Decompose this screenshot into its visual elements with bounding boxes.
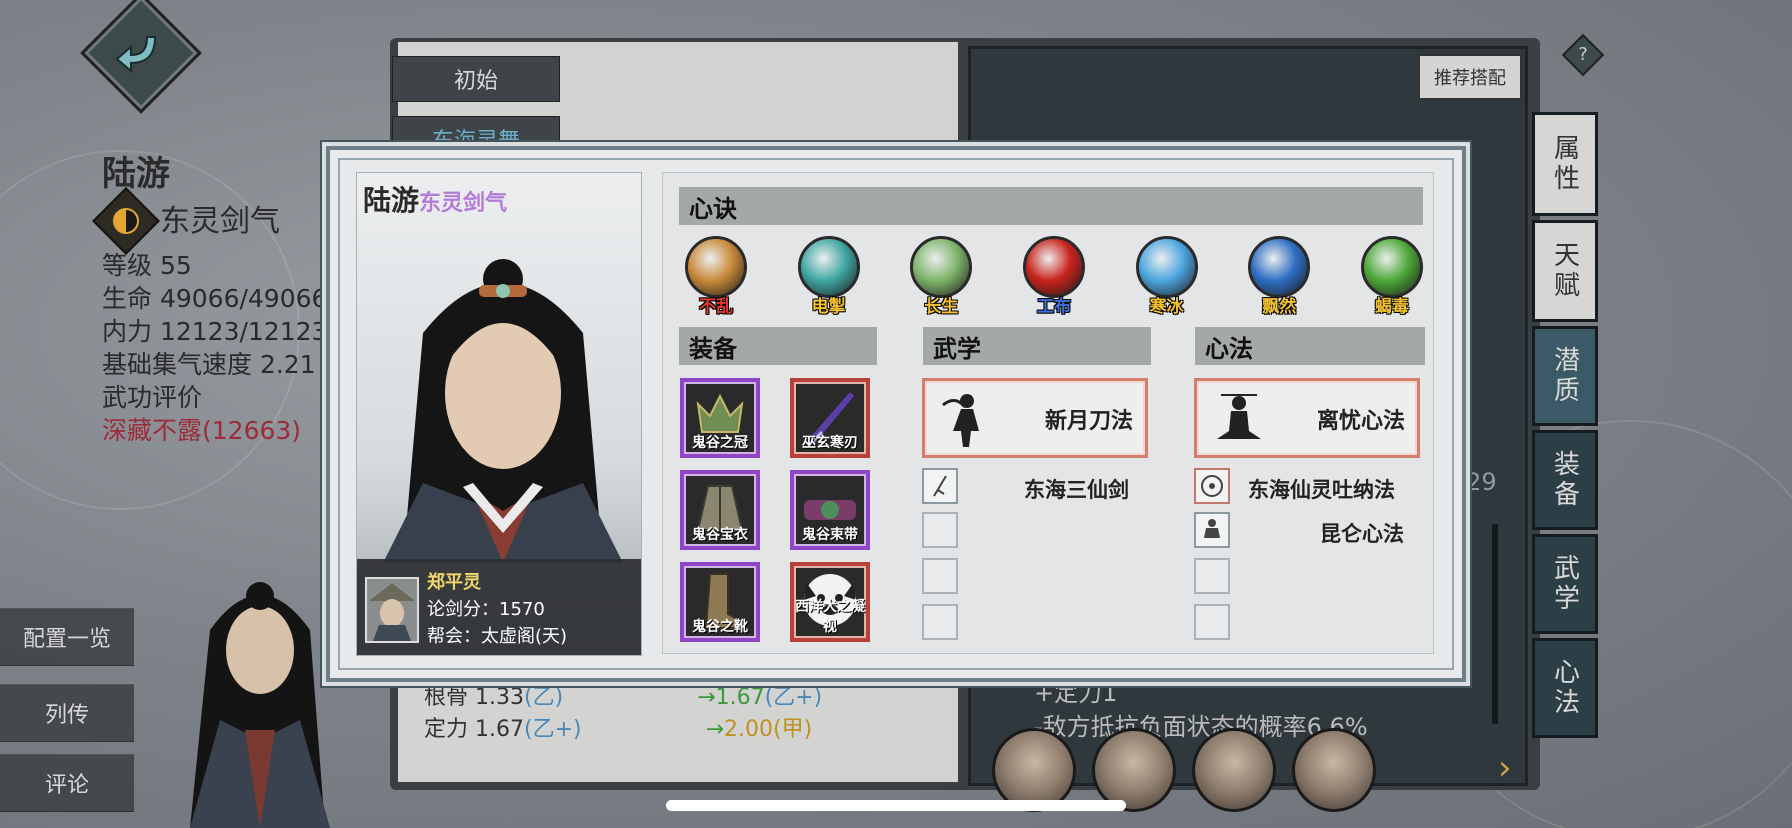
xinjue-token[interactable]: 飘然 — [1247, 236, 1311, 317]
character-portrait-image — [383, 259, 623, 563]
equip-slot-belt[interactable]: 鬼谷束带 — [790, 470, 870, 550]
xinjue-orb-icon — [685, 236, 747, 298]
xinjue-orb-icon — [1248, 236, 1311, 298]
equip-slot-head[interactable]: 鬼谷之冠 — [680, 378, 760, 458]
next-arrow-icon[interactable]: › — [1498, 748, 1512, 788]
xinjue-token-label: 飘然 — [1262, 297, 1297, 317]
wuxue-main-slot[interactable]: 新月刀法 — [922, 378, 1148, 458]
xinfa-slot-1[interactable] — [1194, 468, 1230, 504]
wuxue-slot-1-name: 东海三仙剑 — [1024, 478, 1129, 502]
comments-button[interactable]: 评论 — [0, 754, 134, 812]
tab-mind-method[interactable]: 心法 — [1532, 638, 1598, 738]
character-title: 陆游东灵剑气 — [363, 184, 508, 217]
wuxue-slot-4[interactable] — [922, 604, 958, 640]
equipment-header: 装备 — [679, 327, 877, 365]
equip-slot-armor[interactable]: 鬼谷宝衣 — [680, 470, 760, 550]
xinjue-token-label: 不乱 — [699, 297, 733, 317]
sword-skill-icon — [933, 475, 947, 497]
hero-rating: 深藏不露(12663) — [102, 416, 302, 445]
xinfa-slot-2-name: 昆仑心法 — [1320, 522, 1404, 546]
team-portrait[interactable] — [1192, 728, 1276, 812]
xinfa-slot-3[interactable] — [1194, 558, 1230, 594]
character-card: 陆游东灵剑气 郑平灵 论剑分：1570 帮会：太虚阁(天) — [356, 172, 642, 656]
tab-initial[interactable]: 初始 — [392, 56, 560, 102]
hero-level: 等级 55 — [102, 251, 192, 280]
hero-skill-label: 东灵剑气 — [160, 203, 280, 239]
xinjue-orb-icon — [797, 236, 860, 298]
stat-row: 定力 1.67(乙+) →2.00(甲) — [424, 717, 813, 742]
scrollbar[interactable] — [1492, 524, 1498, 724]
tab-attributes[interactable]: 属性 — [1532, 112, 1598, 216]
meditation-icon — [1217, 394, 1261, 439]
owner-guild: 帮会：太虚阁(天) — [427, 626, 568, 647]
owner-score: 论剑分：1570 — [427, 599, 545, 620]
xinfa-slot-1-name: 东海仙灵吐纳法 — [1248, 478, 1395, 502]
hero-mp: 内力 12123/12123 — [102, 317, 328, 346]
breathing-skill-icon — [1201, 475, 1223, 497]
hero-qi-speed: 基础集气速度 2.21 — [102, 350, 316, 379]
hero-rating-label: 武功评价 — [102, 383, 203, 412]
team-portrait[interactable] — [1292, 728, 1376, 812]
xinjue-token[interactable]: 长生 — [909, 236, 973, 317]
xinfa-slot-2[interactable] — [1194, 512, 1230, 548]
xinjue-token-label: 蝎毒 — [1374, 297, 1409, 317]
xinfa-main-name: 离忧心法 — [1316, 409, 1405, 434]
tab-talent[interactable]: 天赋 — [1532, 220, 1598, 322]
owner-name: 郑平灵 — [427, 572, 481, 593]
xinjue-token[interactable]: 寒冰 — [1135, 236, 1199, 317]
recommend-loadout-button[interactable]: 推荐搭配 — [1418, 54, 1522, 100]
hero-stats-panel: 陆游 东灵剑气 等级 55 生命 49066/49066 内力 12123/12… — [92, 154, 328, 447]
stat-preview-list: 根骨 1.33(乙) →1.67(乙+) 定力 1.67(乙+) →2.00(甲… — [424, 682, 822, 746]
wuxue-slot-1[interactable] — [922, 468, 958, 504]
xinjue-header: 心诀 — [679, 187, 1423, 225]
equip-slot-weapon[interactable]: 巫玄寒刃 — [790, 378, 870, 458]
hero-hp: 生命 49066/49066 — [102, 284, 328, 313]
hero-name: 陆游 — [102, 154, 170, 194]
biography-button[interactable]: 列传 — [0, 684, 134, 742]
equip-slot-accessory[interactable]: 西洋犬之凝视 — [790, 562, 870, 642]
xinjue-token[interactable]: 蝎毒 — [1360, 236, 1424, 317]
meditation-small-icon — [1204, 519, 1220, 538]
owner-info: 郑平灵 论剑分：1570 帮会：太虚阁(天) — [357, 559, 641, 655]
xinjue-orb-icon — [910, 236, 973, 298]
wuxue-main-name: 新月刀法 — [1044, 409, 1133, 434]
xinjue-token-label: 寒冰 — [1149, 297, 1184, 317]
back-arrow-icon — [115, 36, 157, 74]
xinfa-header: 心法 — [1195, 327, 1425, 365]
tab-potential[interactable]: 潜质 — [1532, 326, 1598, 426]
xinjue-token-label: 长生 — [924, 297, 959, 317]
xinjue-orb-icon — [1022, 236, 1085, 298]
wuxue-slot-3[interactable] — [922, 558, 958, 594]
tab-equipment[interactable]: 装备 — [1532, 430, 1598, 530]
xinjue-token[interactable]: 工布 — [1022, 236, 1086, 317]
hero-skill: 东灵剑气 — [92, 187, 327, 255]
tab-martial-arts[interactable]: 武学 — [1532, 534, 1598, 634]
wuxue-slot-2[interactable] — [922, 512, 958, 548]
xinjue-token[interactable]: 不乱 — [684, 236, 748, 317]
taiji-icon — [92, 187, 160, 255]
home-indicator[interactable] — [666, 800, 1126, 811]
xinjue-orb-icon — [1360, 236, 1423, 298]
xinjue-token-label: 工布 — [1036, 297, 1071, 317]
config-overview-button[interactable]: 配置一览 — [0, 608, 134, 666]
swordsman-icon — [942, 394, 979, 447]
xinjue-token-label: 电掣 — [811, 297, 846, 317]
wuxue-header: 武学 — [923, 327, 1151, 365]
equip-slot-boots[interactable]: 鬼谷之靴 — [680, 562, 760, 642]
xinfa-main-slot[interactable]: 离忧心法 — [1194, 378, 1420, 458]
xinjue-orb-icon — [1135, 236, 1198, 298]
xinfa-slot-4[interactable] — [1194, 604, 1230, 640]
xinjue-token[interactable]: 电掣 — [797, 236, 861, 317]
xinjue-token-row: 不乱 电掣 长生 工布 寒冰 飘然 蝎毒 — [684, 236, 1424, 317]
stat-row: 根骨 1.33(乙) →1.67(乙+) — [424, 685, 823, 710]
owner-avatar[interactable] — [365, 577, 419, 643]
